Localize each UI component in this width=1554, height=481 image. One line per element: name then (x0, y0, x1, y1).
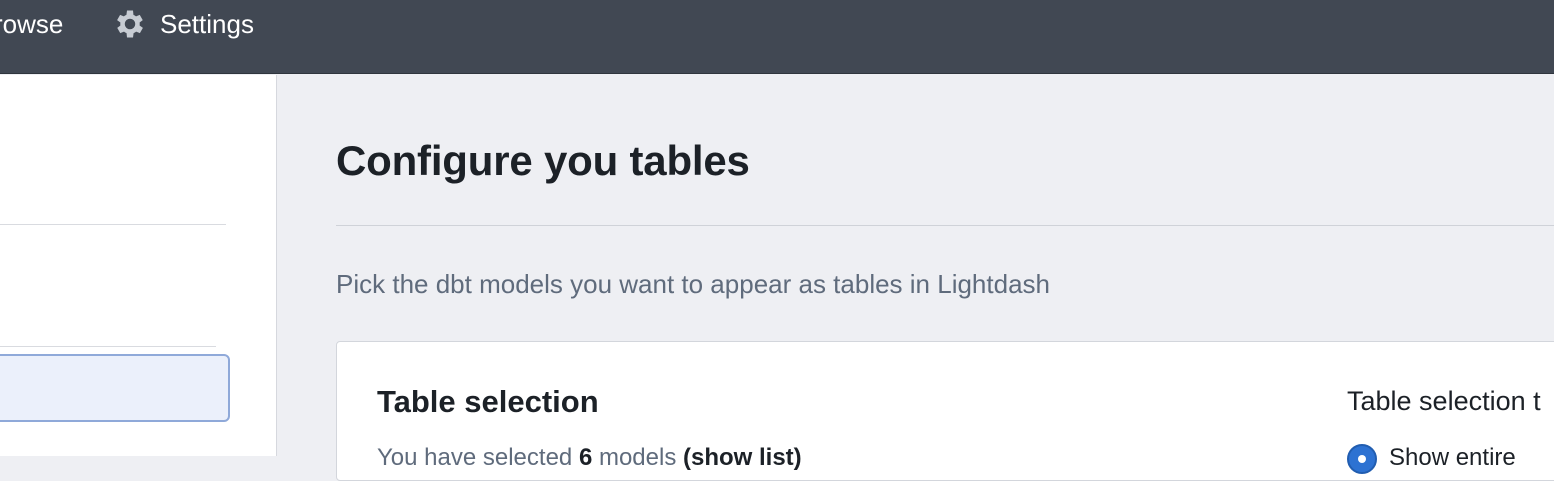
nav-settings-button[interactable]: Settings (112, 0, 254, 48)
nav-settings-label: Settings (160, 8, 254, 39)
selection-type-title: Table selection t (1347, 386, 1541, 416)
selected-count: 6 (578, 444, 593, 471)
show-list-link[interactable]: (show list) (683, 444, 802, 471)
main-content: Configure you tables Pick the dbt models… (278, 75, 1554, 481)
table-selection-card: Table selection You have selected 6 mode… (336, 341, 1554, 481)
selected-models-summary: You have selected 6 models (show list) (377, 444, 802, 472)
summary-middle: models (592, 444, 683, 471)
title-divider (336, 225, 1554, 226)
summary-prefix: You have selected (377, 444, 579, 471)
table-selection-title: Table selection (377, 384, 599, 419)
page-subtitle: Pick the dbt models you want to appear a… (336, 269, 1050, 299)
sidebar-item-active[interactable] (0, 354, 230, 422)
sidebar-divider (0, 224, 226, 225)
sidebar-divider (0, 346, 216, 347)
nav-browse-button[interactable]: rowse (0, 0, 63, 48)
show-entire-label[interactable]: Show entire (1389, 444, 1516, 472)
show-entire-radio[interactable] (1347, 444, 1377, 474)
page-title: Configure you tables (336, 137, 750, 184)
top-navbar: rowse Settings (0, 0, 1554, 74)
sidebar (0, 75, 277, 456)
nav-browse-label: rowse (0, 8, 64, 39)
gear-icon (112, 6, 148, 42)
